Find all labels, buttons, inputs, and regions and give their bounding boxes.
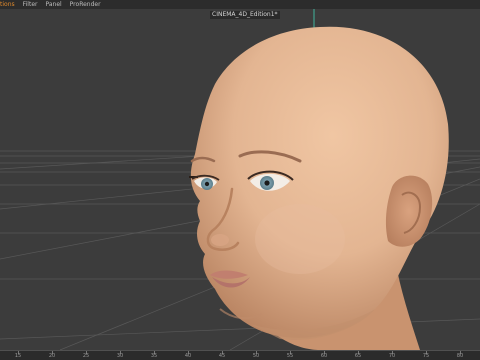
ruler-label-65: 65 [354, 353, 362, 359]
ruler-label-75: 75 [422, 353, 430, 359]
ruler-label-70: 70 [388, 353, 396, 359]
menu-item-prorender[interactable]: ProRender [70, 0, 101, 9]
cinema4d-window: tions Filter Panel ProRender CINEMA_4D_E… [0, 0, 480, 360]
ruler-label-35: 35 [150, 353, 158, 359]
ruler-label-20: 20 [48, 353, 56, 359]
ruler-label-60: 60 [320, 353, 328, 359]
perspective-viewport[interactable]: CINEMA_4D_Edition1* [0, 9, 480, 350]
viewport-scene [0, 9, 480, 350]
head-model [189, 26, 449, 350]
menu-item-panel[interactable]: Panel [45, 0, 61, 9]
menu-item-filter[interactable]: Filter [23, 0, 38, 9]
timeline-ruler[interactable]: 15 20 25 30 35 40 45 50 55 60 65 70 75 8… [0, 350, 480, 360]
ruler-label-40: 40 [184, 353, 192, 359]
ruler-label-15: 15 [14, 353, 22, 359]
ruler-label-25: 25 [82, 353, 90, 359]
ruler-label-50: 50 [252, 353, 260, 359]
menu-bar: tions Filter Panel ProRender [0, 0, 480, 9]
viewport-title: CINEMA_4D_Edition1* [210, 11, 280, 19]
menu-item-options[interactable]: tions [0, 0, 15, 9]
ruler-label-55: 55 [286, 353, 294, 359]
ruler-label-80: 80 [456, 353, 464, 359]
ruler-label-45: 45 [218, 353, 226, 359]
ruler-label-30: 30 [116, 353, 124, 359]
